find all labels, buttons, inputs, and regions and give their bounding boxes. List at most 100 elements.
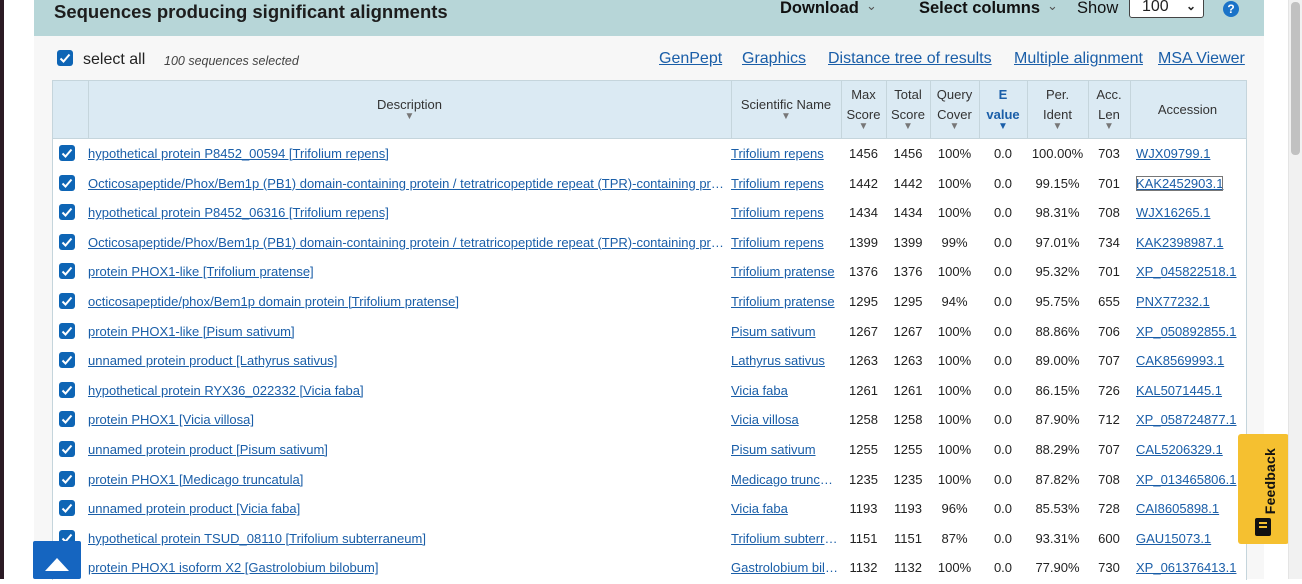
description-link[interactable]: protein PHOX1-like [Pisum sativum] — [88, 317, 728, 346]
column-acc-len[interactable]: Acc. Len ▼ — [1088, 81, 1131, 138]
description-link[interactable]: octicosapeptide/phox/Bem1p domain protei… — [88, 287, 728, 316]
graphics-link[interactable]: Graphics — [742, 50, 806, 68]
select-columns-button[interactable]: Select columns — [919, 0, 1040, 18]
accession-link[interactable]: KAL5071445.1 — [1136, 376, 1244, 405]
accession-link[interactable]: CAI8605898.1 — [1136, 494, 1244, 523]
description-link[interactable]: protein PHOX1-like [Trifolium pratense] — [88, 257, 728, 286]
scientific-name-link[interactable]: Trifolium repens — [731, 139, 839, 168]
sort-arrow-icon[interactable]: ▼ — [1027, 121, 1088, 132]
accession-link[interactable]: CAK8569993.1 — [1136, 346, 1244, 375]
description-link[interactable]: protein PHOX1 [Medicago truncatula] — [88, 465, 728, 494]
description-link[interactable]: hypothetical protein TSUD_08110 [Trifoli… — [88, 524, 728, 553]
row-checkbox[interactable] — [59, 381, 75, 398]
accession-link[interactable]: CAL5206329.1 — [1136, 435, 1244, 464]
table-row: hypothetical protein TSUD_08110 [Trifoli… — [53, 524, 1246, 553]
distance-tree-link[interactable]: Distance tree of results — [828, 50, 992, 68]
download-button[interactable]: Download — [780, 0, 859, 18]
description-link[interactable]: hypothetical protein P8452_00594 [Trifol… — [88, 139, 728, 168]
scientific-name-link[interactable]: Medicago truncatula — [731, 465, 839, 494]
accession-link[interactable]: WJX09799.1 — [1136, 139, 1244, 168]
scrollbar-thumb[interactable] — [1291, 2, 1300, 155]
description-link[interactable]: hypothetical protein P8452_06316 [Trifol… — [88, 198, 728, 227]
sort-arrow-icon[interactable]: ▼ — [1088, 121, 1130, 132]
query-cover: 100% — [937, 146, 972, 161]
sort-arrow-active-icon[interactable]: ▼ — [979, 121, 1027, 132]
row-checkbox[interactable] — [59, 263, 75, 280]
row-checkbox[interactable] — [59, 293, 75, 309]
back-to-top-button[interactable] — [33, 541, 81, 579]
sort-arrow-icon[interactable]: ▼ — [731, 111, 841, 122]
column-query-cover-label-2: Cover — [937, 107, 972, 122]
msa-viewer-link[interactable]: MSA Viewer — [1158, 50, 1245, 68]
row-checkbox[interactable] — [59, 233, 75, 250]
scientific-name-link[interactable]: Pisum sativum — [731, 317, 839, 346]
acc-len: 707 — [1098, 353, 1120, 369]
scientific-name-link[interactable]: Vicia villosa — [731, 405, 839, 434]
scientific-name-link[interactable]: Trifolium pratense — [731, 287, 839, 316]
row-checkbox[interactable] — [59, 441, 75, 457]
accession-link[interactable]: XP_061376413.1 — [1136, 553, 1244, 582]
scientific-name-link[interactable]: Vicia faba — [731, 376, 839, 405]
scientific-name-link[interactable]: Vicia faba — [731, 494, 839, 523]
accession-link[interactable]: KAK2398987.1 — [1136, 228, 1244, 257]
accession-link-focused[interactable]: KAK2452903.1 — [1136, 175, 1224, 191]
help-icon[interactable]: ? — [1223, 1, 1239, 17]
row-checkbox[interactable] — [59, 322, 75, 339]
column-max-score[interactable]: Max Score ▼ — [841, 81, 887, 138]
column-e-value[interactable]: E value ▼ — [979, 81, 1028, 138]
column-query-cover[interactable]: Query Cover ▼ — [930, 81, 980, 138]
select-chevron-icon: ⌄ — [1185, 0, 1196, 13]
description-link[interactable]: unnamed protein product [Pisum sativum] — [88, 435, 728, 464]
description-link[interactable]: protein PHOX1 isoform X2 [Gastrolobium b… — [88, 553, 728, 582]
accession-link[interactable]: XP_050892855.1 — [1136, 317, 1244, 346]
sort-arrow-icon[interactable]: ▼ — [88, 111, 731, 122]
column-per-ident[interactable]: Per. Ident ▼ — [1027, 81, 1089, 138]
scientific-name-link[interactable]: Trifolium subterraneum — [731, 524, 839, 553]
scientific-name-link[interactable]: Lathyrus sativus — [731, 346, 839, 375]
accession-link[interactable]: XP_058724877.1 — [1136, 405, 1244, 434]
column-scientific-name[interactable]: Scientific Name ▼ — [731, 81, 842, 138]
accession-link[interactable]: GAU15073.1 — [1136, 524, 1244, 553]
scientific-name-link[interactable]: Trifolium pratense — [731, 257, 839, 286]
sort-arrow-icon[interactable]: ▼ — [841, 121, 886, 132]
accession-link[interactable]: XP_013465806.1 — [1136, 465, 1244, 494]
scientific-name-link[interactable]: Trifolium repens — [731, 169, 839, 198]
description-link[interactable]: Octicosapeptide/Phox/Bem1p (PB1) domain-… — [88, 228, 728, 257]
scientific-name-link[interactable]: Gastrolobium bilobum — [731, 553, 839, 582]
row-checkbox[interactable] — [59, 352, 75, 369]
show-count-select[interactable]: 100 ⌄ — [1129, 0, 1204, 18]
genpept-link[interactable]: GenPept — [659, 50, 722, 68]
description-link[interactable]: unnamed protein product [Lathyrus sativu… — [88, 346, 728, 375]
accession-link[interactable]: KAK2452903.1 — [1136, 169, 1244, 198]
description-link[interactable]: Octicosapeptide/Phox/Bem1p (PB1) domain-… — [88, 169, 728, 198]
download-chevron-icon: ⌄ — [866, 0, 877, 13]
total-score: 1456 — [893, 146, 923, 161]
description-link[interactable]: protein PHOX1 [Vicia villosa] — [88, 405, 728, 434]
accession-link[interactable]: PNX77232.1 — [1136, 287, 1244, 316]
row-checkbox[interactable] — [59, 204, 75, 221]
page-scrollbar[interactable] — [1288, 0, 1302, 579]
e-value: 0.0 — [993, 442, 1013, 457]
row-checkbox[interactable] — [59, 145, 75, 161]
per-ident: 98.31% — [1035, 205, 1080, 221]
column-description[interactable]: Description ▼ — [88, 81, 732, 138]
accession-link[interactable]: WJX16265.1 — [1136, 198, 1244, 227]
row-checkbox[interactable] — [59, 411, 75, 428]
scientific-name-link[interactable]: Trifolium repens — [731, 198, 839, 227]
sort-arrow-icon[interactable]: ▼ — [886, 121, 930, 132]
multiple-alignment-link[interactable]: Multiple alignment — [1014, 50, 1143, 68]
sort-arrow-icon[interactable]: ▼ — [930, 121, 979, 132]
feedback-button[interactable]: Feedback — [1238, 434, 1289, 544]
accession-link[interactable]: XP_045822518.1 — [1136, 257, 1244, 286]
e-value: 0.0 — [993, 175, 1013, 191]
column-total-score[interactable]: Total Score ▼ — [886, 81, 931, 138]
description-link[interactable]: unnamed protein product [Vicia faba] — [88, 494, 728, 523]
scientific-name-link[interactable]: Pisum sativum — [731, 435, 839, 464]
feedback-icon — [1255, 518, 1271, 536]
row-checkbox[interactable] — [59, 500, 75, 517]
select-all-checkbox[interactable] — [57, 50, 73, 66]
description-link[interactable]: hypothetical protein RYX36_022332 [Vicia… — [88, 376, 728, 405]
row-checkbox[interactable] — [59, 470, 75, 487]
scientific-name-link[interactable]: Trifolium repens — [731, 228, 839, 257]
row-checkbox[interactable] — [59, 174, 75, 191]
